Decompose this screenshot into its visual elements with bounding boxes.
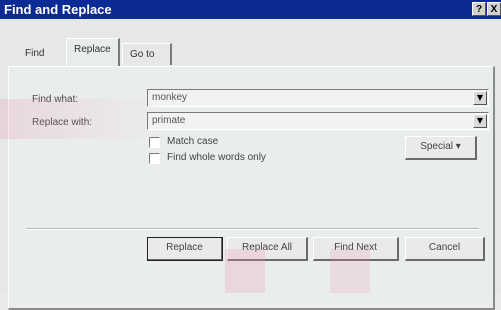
chevron-down-icon[interactable]: ▼ [473, 91, 487, 105]
replace-with-label: Replace with: [32, 117, 93, 128]
tab-find[interactable]: Find [18, 43, 51, 65]
find-what-combobox[interactable]: monkey ▼ [147, 89, 489, 107]
find-what-value: monkey [152, 92, 188, 103]
chevron-down-icon[interactable]: ▼ [473, 114, 487, 128]
dialog-title: Find and Replace [4, 2, 112, 17]
tab-replace[interactable]: Replace [66, 38, 120, 66]
replace-with-combobox[interactable]: primate ▼ [147, 112, 489, 130]
match-case-label: Match case [167, 136, 219, 147]
special-button[interactable]: Special ▾ [405, 136, 477, 160]
cancel-button[interactable]: Cancel [405, 237, 485, 261]
divider [27, 228, 479, 230]
dialog-body: Find Replace Go to Find what: monkey ▼ R… [0, 19, 501, 310]
match-case-checkbox[interactable] [149, 137, 160, 148]
replace-panel: Find what: monkey ▼ Replace with: primat… [8, 66, 495, 310]
title-bar: Find and Replace ? X [0, 0, 501, 19]
help-button[interactable]: ? [472, 2, 486, 16]
replace-with-value: primate [152, 115, 186, 126]
replace-all-button[interactable]: Replace All [227, 237, 308, 261]
tab-goto[interactable]: Go to [122, 43, 172, 65]
tab-goto-label: Go to [130, 49, 155, 60]
replace-button[interactable]: Replace [147, 237, 223, 261]
whole-words-label: Find whole words only [167, 152, 266, 163]
find-what-label: Find what: [32, 94, 79, 105]
whole-words-checkbox[interactable] [149, 153, 160, 164]
find-next-button[interactable]: Find Next [313, 237, 399, 261]
tab-replace-label: Replace [74, 44, 111, 55]
tab-find-label: Find [25, 48, 45, 59]
close-button[interactable]: X [487, 2, 501, 16]
